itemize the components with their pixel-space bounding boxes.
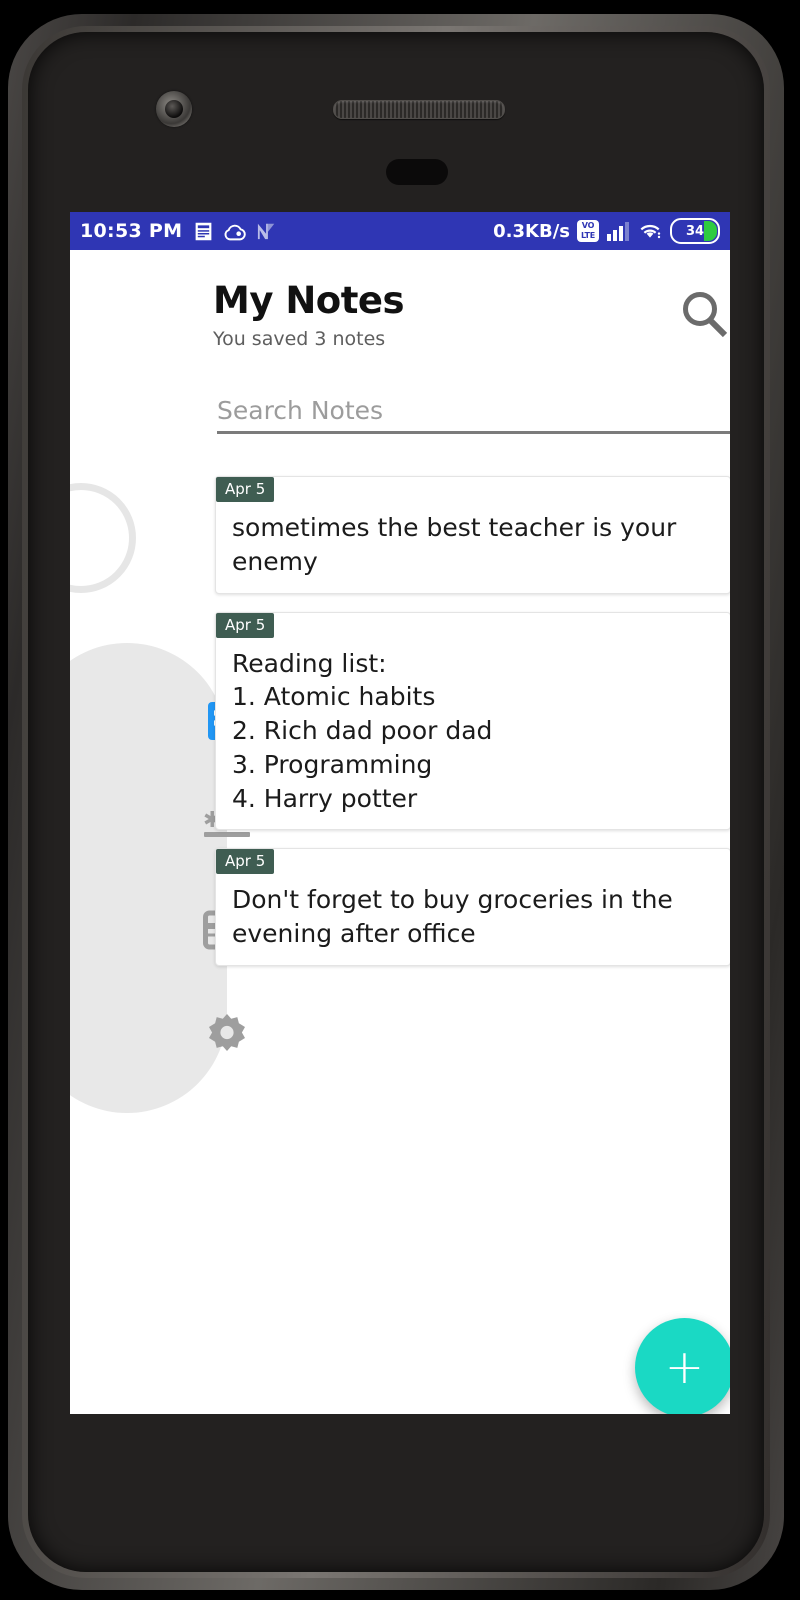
note-text: Don't forget to buy groceries in the eve… bbox=[232, 885, 673, 948]
note-date-badge: Apr 5 bbox=[216, 612, 275, 638]
note-text: Reading list: 1. Atomic habits 2. Rich d… bbox=[232, 648, 493, 813]
cloud-icon bbox=[224, 224, 247, 240]
search-input[interactable] bbox=[217, 396, 730, 425]
note-card[interactable]: Apr 5 Don't forget to buy groceries in t… bbox=[215, 848, 730, 966]
speaker-grille-icon bbox=[333, 100, 505, 119]
app-header: My Notes You saved 3 notes bbox=[213, 282, 730, 350]
note-card[interactable]: Apr 5 sometimes the best teacher is your… bbox=[215, 476, 730, 594]
camera-icon bbox=[156, 91, 192, 127]
notes-list: Apr 5 sometimes the best teacher is your… bbox=[215, 476, 730, 984]
note-date-badge: Apr 5 bbox=[216, 477, 275, 502]
search-icon[interactable] bbox=[675, 286, 730, 344]
screenshot-stage: 10:53 PM 0.3KB/s VO LTE 34 My Notes You … bbox=[0, 0, 800, 1600]
nfc-n-icon bbox=[258, 223, 275, 240]
battery-level-label: 34 bbox=[685, 223, 705, 239]
note-date-badge: Apr 5 bbox=[216, 849, 275, 875]
plus-icon: + bbox=[664, 1339, 705, 1395]
notes-count-label: You saved 3 notes bbox=[213, 328, 386, 350]
phone-frame-inner-bezel: 10:53 PM 0.3KB/s VO LTE 34 My Notes You … bbox=[22, 26, 770, 1578]
volte-icon: VO LTE bbox=[577, 220, 599, 242]
status-bar: 10:53 PM 0.3KB/s VO LTE 34 bbox=[70, 212, 730, 250]
sim-card-icon bbox=[195, 222, 212, 240]
signal-bars-icon bbox=[607, 222, 629, 241]
wifi-icon bbox=[640, 224, 661, 239]
battery-indicator: 34 bbox=[670, 218, 720, 244]
volte-bottom-label: LTE bbox=[580, 231, 596, 240]
battery-fill bbox=[704, 221, 717, 241]
sidebar-item-settings[interactable] bbox=[199, 1007, 255, 1063]
note-text: sometimes the best teacher is your enemy bbox=[232, 513, 677, 576]
phone-frame: 10:53 PM 0.3KB/s VO LTE 34 My Notes You … bbox=[8, 14, 784, 1590]
status-time: 10:53 PM bbox=[80, 220, 183, 242]
volte-top-label: VO bbox=[581, 221, 595, 230]
phone-screen: 10:53 PM 0.3KB/s VO LTE 34 My Notes You … bbox=[70, 212, 730, 1414]
phone-body: 10:53 PM 0.3KB/s VO LTE 34 My Notes You … bbox=[28, 32, 764, 1572]
app-content: My Notes You saved 3 notes Search Notes … bbox=[70, 250, 730, 1414]
status-left-icons bbox=[193, 221, 278, 242]
status-right-icons: 0.3KB/s VO LTE 34 bbox=[493, 218, 720, 244]
note-card[interactable]: Apr 5 Reading list: 1. Atomic habits 2. … bbox=[215, 611, 730, 831]
decorative-circle bbox=[70, 483, 136, 593]
page-title: My Notes bbox=[213, 279, 405, 322]
sensor-notch-icon bbox=[386, 159, 448, 185]
search-field-wrapper[interactable] bbox=[217, 396, 730, 434]
add-note-fab[interactable]: + bbox=[635, 1318, 730, 1414]
data-rate-label: 0.3KB/s bbox=[493, 220, 570, 242]
settings-gear-icon bbox=[209, 1013, 245, 1051]
